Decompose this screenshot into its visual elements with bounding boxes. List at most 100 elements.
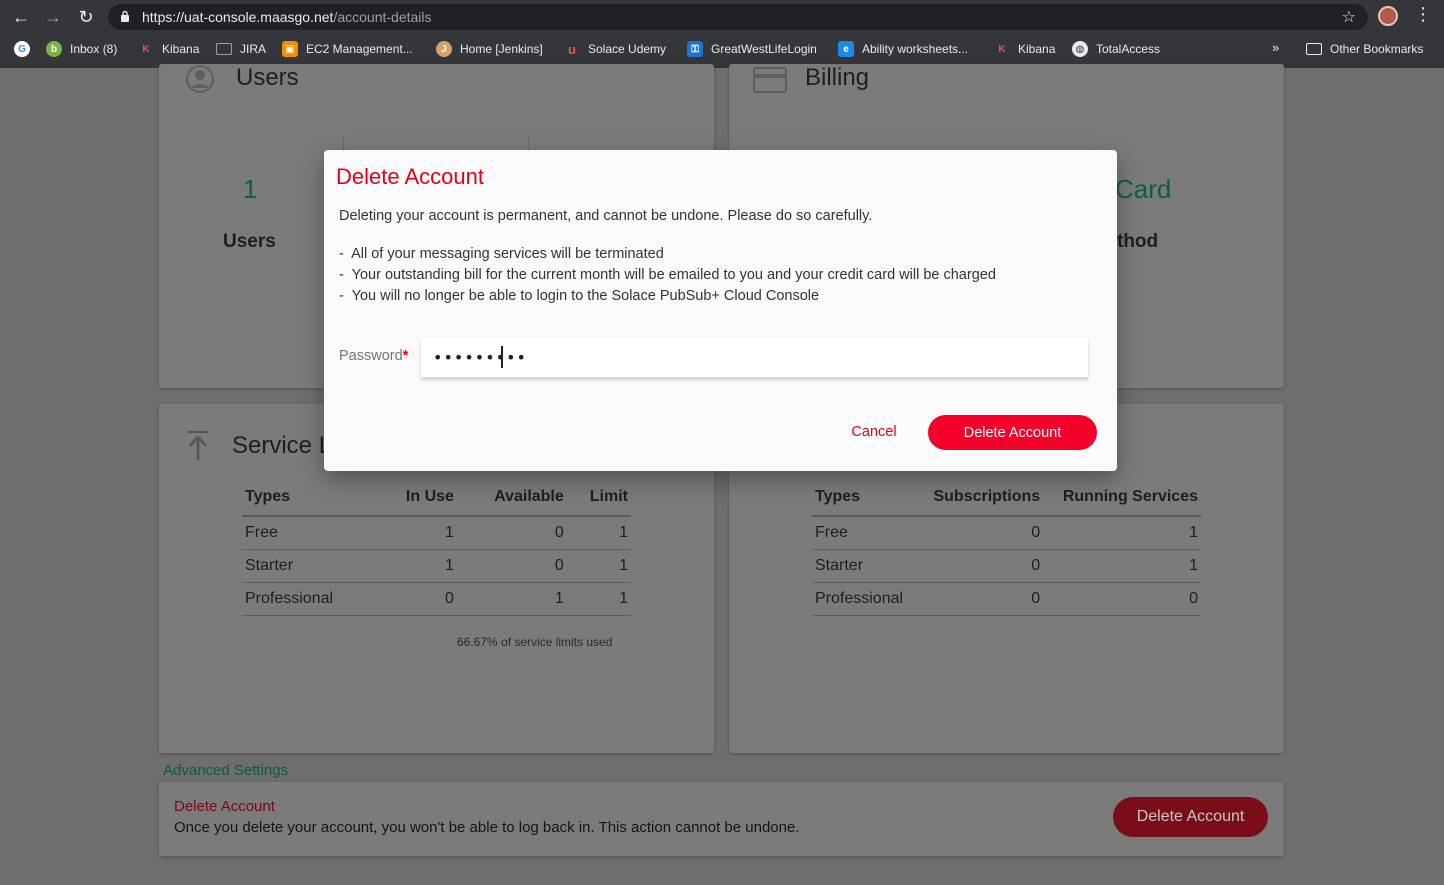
service-limits-title: Service L xyxy=(232,432,333,459)
folder-icon xyxy=(1306,43,1322,55)
browser-toolbar: ← → ↻ https://uat-console.maasgo.net/acc… xyxy=(0,0,1444,34)
google-icon[interactable]: G xyxy=(14,38,30,60)
globe-icon: ◍ xyxy=(1072,41,1088,57)
table-cell: 1 xyxy=(456,582,567,616)
table-cell: 1 xyxy=(1043,516,1201,550)
users-title: Users xyxy=(236,64,299,91)
list-item: You will no longer be able to login to t… xyxy=(339,286,996,307)
password-label: Password* xyxy=(339,348,408,364)
list-item: Your outstanding bill for the current mo… xyxy=(339,265,996,286)
table-row: Professional 0 1 1 xyxy=(242,582,631,616)
bookmark-greatwest[interactable]: ⚿ GreatWestLifeLogin xyxy=(687,38,817,60)
column-header: Running Services xyxy=(1043,488,1201,517)
other-bookmarks[interactable]: Other Bookmarks xyxy=(1306,38,1423,60)
table-header-row: Types Subscriptions Running Services xyxy=(812,488,1201,517)
bookmark-ec2[interactable]: ▣ EC2 Management... xyxy=(282,38,413,60)
column-header: Available xyxy=(456,488,567,517)
table-cell: 1 xyxy=(566,549,631,583)
column-header: Types xyxy=(242,488,379,517)
back-arrow-icon[interactable]: ← xyxy=(9,5,33,29)
jenkins-icon: J xyxy=(436,41,452,57)
bookmark-udemy[interactable]: u Solace Udemy xyxy=(564,38,666,60)
billing-title: Billing xyxy=(805,64,870,91)
table-cell: Professional xyxy=(242,582,379,616)
profile-avatar[interactable] xyxy=(1378,6,1398,26)
required-marker: * xyxy=(402,348,409,364)
url-text: https://uat-console.maasgo.net/account-d… xyxy=(142,9,432,25)
table-row: Starter 0 1 xyxy=(812,549,1201,583)
bookmark-label: Kibana xyxy=(162,42,200,56)
bookmarks-bar: G b Inbox (8) K Kibana JIRA ▣ EC2 Managemen… xyxy=(0,36,1444,62)
dialog-title: Delete Account xyxy=(336,164,484,189)
table-header-row: Types In Use Available Limit xyxy=(242,488,631,517)
delete-account-description: Once you delete your account, you won't … xyxy=(174,819,800,836)
key-icon: ⚿ xyxy=(687,41,703,57)
table-cell: 0 xyxy=(1043,582,1201,616)
advanced-settings-link[interactable]: Advanced Settings xyxy=(163,762,288,779)
table-cell: 1 xyxy=(378,516,457,550)
table-row: Starter 1 0 1 xyxy=(242,549,631,583)
url-host: https://uat-console.maasgo.net xyxy=(142,9,334,25)
udemy-icon: u xyxy=(568,41,576,57)
bookmark-ability[interactable]: e Ability worksheets... xyxy=(838,38,968,60)
bookmark-label: JIRA xyxy=(240,42,267,56)
payment-method-value: Card xyxy=(1115,174,1172,204)
users-count-label: Users xyxy=(223,231,276,252)
table-row: Professional 0 0 xyxy=(812,582,1201,616)
bookmark-totalaccess[interactable]: ◍ TotalAccess xyxy=(1072,38,1160,60)
bookmark-jira[interactable]: JIRA xyxy=(216,38,266,60)
lock-icon xyxy=(121,10,129,22)
table-cell: 0 xyxy=(378,582,457,616)
column-header: Types xyxy=(812,488,918,517)
kibana-icon: K xyxy=(142,43,150,55)
list-item: All of your messaging services will be t… xyxy=(339,244,996,265)
table-cell: 0 xyxy=(917,549,1044,583)
other-bookmarks-label: Other Bookmarks xyxy=(1330,42,1424,56)
table-cell: 1 xyxy=(566,516,631,550)
delete-account-dialog: Delete Account Deleting your account is … xyxy=(324,150,1117,471)
table-cell: Free xyxy=(812,516,918,550)
delete-account-heading: Delete Account xyxy=(174,798,275,815)
table-cell: 0 xyxy=(456,516,567,550)
table-cell: 0 xyxy=(917,516,1044,550)
browser-chrome: ← → ↻ https://uat-console.maasgo.net/acc… xyxy=(0,0,1444,68)
table-row: Free 1 0 1 xyxy=(242,516,631,550)
table-cell: Free xyxy=(242,516,379,550)
bookmark-kibana-2[interactable]: K Kibana xyxy=(994,38,1055,60)
arrow-up-icon xyxy=(187,431,209,460)
text-caret xyxy=(501,346,503,368)
cancel-button[interactable]: Cancel xyxy=(837,418,911,446)
forward-arrow-icon[interactable]: → xyxy=(41,5,65,29)
bookmark-label: Kibana xyxy=(1018,42,1056,56)
address-bar[interactable]: https://uat-console.maasgo.net/account-d… xyxy=(108,4,1368,30)
column-header: Subscriptions xyxy=(917,488,1044,517)
bookmark-label: Ability worksheets... xyxy=(862,42,969,56)
delete-account-section: Delete Account Once you delete your acco… xyxy=(159,782,1284,856)
subscriptions-table: Types Subscriptions Running Services Fre… xyxy=(812,488,1201,616)
service-limits-table: Types In Use Available Limit Free 1 0 1 … xyxy=(242,488,631,616)
confirm-delete-account-button[interactable]: Delete Account xyxy=(928,415,1097,450)
bookmark-kibana-1[interactable]: K Kibana xyxy=(138,38,199,60)
table-cell: 0 xyxy=(456,549,567,583)
password-input[interactable] xyxy=(421,338,1088,378)
bookmark-inbox[interactable]: b Inbox (8) xyxy=(46,38,117,60)
bookmarks-overflow-icon[interactable]: » xyxy=(1272,40,1279,55)
consequences-list: All of your messaging services will be t… xyxy=(339,244,996,307)
bookmark-label: Home [Jenkins] xyxy=(460,42,543,56)
table-cell: Starter xyxy=(812,549,918,583)
users-count: 1 xyxy=(243,174,258,204)
url-path: /account-details xyxy=(333,9,432,25)
column-header: Limit xyxy=(566,488,631,517)
reload-icon[interactable]: ↻ xyxy=(74,5,98,29)
folder-icon xyxy=(216,43,232,55)
bookmark-label: Inbox (8) xyxy=(70,42,118,56)
inbox-icon: b xyxy=(46,41,62,57)
table-cell: Professional xyxy=(812,582,918,616)
bookmark-jenkins[interactable]: J Home [Jenkins] xyxy=(436,38,543,60)
delete-account-button[interactable]: Delete Account xyxy=(1113,797,1268,837)
table-cell: Starter xyxy=(242,549,379,583)
browser-menu-icon[interactable]: ⋮ xyxy=(1414,4,1432,25)
bookmark-star-icon[interactable]: ☆ xyxy=(1342,7,1356,27)
column-header: In Use xyxy=(378,488,457,517)
payment-method-label: thod xyxy=(1117,231,1159,252)
